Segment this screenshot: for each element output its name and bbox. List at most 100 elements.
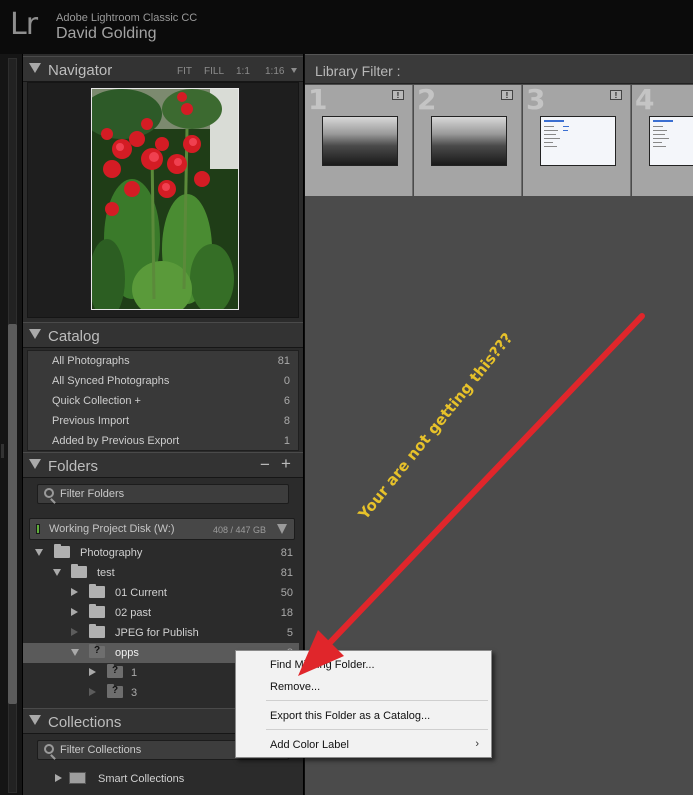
folders-header[interactable]: Folders − + [23,452,303,478]
catalog-item-count: 0 [283,375,290,387]
remove-folder-icon[interactable]: − [260,455,270,475]
folder-row-photography[interactable]: Photography 81 [23,543,299,563]
collapse-triangle-icon [29,715,41,725]
folders-title: Folders [48,458,99,475]
missing-folder-icon: ? [89,644,105,658]
grid-cell-2[interactable]: 2 ! [414,83,522,196]
menu-item-find-missing-folder[interactable]: Find Missing Folder... [236,654,491,674]
photo-thumbnail[interactable] [322,116,398,166]
zoom-1-16[interactable]: 1:16 [265,66,284,77]
catalog-item-added-by-export[interactable]: Added by Previous Export 1 [28,431,298,451]
expand-triangle-icon[interactable] [53,569,61,576]
catalog-item-label: Previous Import [52,415,130,427]
folder-count: 5 [286,627,293,639]
navigator-preview[interactable] [27,82,299,318]
menu-separator [266,700,488,701]
library-filter-bar[interactable]: Library Filter : [305,54,693,84]
panel-toggle-handle[interactable] [1,444,4,458]
grid-cell-4[interactable]: 4 [632,83,693,196]
catalog-title: Catalog [48,328,100,345]
folder-context-menu: Find Missing Folder... Remove... Export … [235,650,492,758]
folder-count: 50 [280,587,293,599]
navigator-header[interactable]: Navigator FIT FILL 1:1 1:16 [23,56,303,82]
user-name: David Golding [56,25,157,42]
expand-triangle-icon[interactable] [71,649,79,656]
zoom-fit[interactable]: FIT [177,66,192,77]
folder-name: 02 past [115,607,152,619]
collapse-triangle-icon [29,63,41,73]
collections-title: Collections [48,714,122,731]
catalog-list: All Photographs 81 All Synced Photograph… [27,350,299,451]
volume-bar[interactable]: Working Project Disk (W:) 408 / 447 GB [29,518,295,540]
grid-cell-1[interactable]: 1 ! [305,83,413,196]
missing-folder-icon: ? [107,664,123,678]
catalog-header[interactable]: Catalog [23,322,303,348]
screenshot-thumbnail[interactable] [649,116,693,166]
volume-size: 408 / 447 GB [212,525,266,535]
grid-cell-3[interactable]: 3 ! [523,83,631,196]
expand-triangle-icon[interactable] [35,549,43,556]
search-icon [44,744,54,754]
collapsed-triangle-icon[interactable] [71,628,78,636]
volume-menu-icon[interactable] [277,524,287,534]
collapsed-triangle-icon[interactable] [55,774,62,782]
collapsed-triangle-icon[interactable] [71,588,78,596]
collapsed-triangle-icon[interactable] [89,688,96,696]
left-panel-rail [0,54,22,795]
menu-item-add-color-label[interactable]: Add Color Label › [236,734,491,754]
collapsed-triangle-icon[interactable] [71,608,78,616]
folder-icon [54,544,70,558]
folder-row-jpeg-for-publish[interactable]: JPEG for Publish 5 [23,623,299,643]
smart-collection-set-icon [69,772,86,784]
screenshot-thumbnail[interactable] [540,116,616,166]
folder-name: 1 [131,667,138,679]
catalog-item-count: 8 [283,415,290,427]
thumbnail-grid: 1 ! 2 ! 3 ! 4 [305,83,693,197]
catalog-item-label: All Synced Photographs [52,375,170,387]
catalog-item-all-synced[interactable]: All Synced Photographs 0 [28,371,298,391]
folder-name: test [97,567,115,579]
collapsed-triangle-icon[interactable] [89,668,96,676]
filter-collections-label: Filter Collections [60,744,142,756]
filter-folders-label: Filter Folders [60,488,125,500]
add-folder-icon[interactable]: + [281,454,291,474]
folder-name: Photography [80,547,143,559]
catalog-item-all-photographs[interactable]: All Photographs 81 [28,351,298,371]
photo-thumbnail[interactable] [431,116,507,166]
catalog-item-previous-import[interactable]: Previous Import 8 [28,411,298,431]
menu-item-remove[interactable]: Remove... [236,676,491,696]
filter-folders-field[interactable]: Filter Folders [37,484,289,504]
missing-photo-icon[interactable]: ! [501,90,513,100]
zoom-dropdown-icon[interactable] [291,68,297,73]
document-lines-image [544,120,569,147]
missing-photo-icon[interactable]: ! [610,90,622,100]
catalog-item-label: Quick Collection + [52,395,141,407]
folder-count: 18 [280,607,293,619]
cell-index: 2 [417,83,437,116]
folder-count: 81 [280,567,293,579]
lightroom-logo: Lr [10,7,38,42]
library-filter-title: Library Filter : [315,63,401,79]
missing-folder-icon: ? [107,684,123,698]
cell-index: 4 [635,83,655,116]
left-panel-scroll-thumb[interactable] [8,324,17,704]
search-icon [44,488,54,498]
menu-item-export-as-catalog[interactable]: Export this Folder as a Catalog... [236,705,491,725]
folder-row-01-current[interactable]: 01 Current 50 [23,583,299,603]
folder-icon [89,604,105,618]
folder-icon [89,584,105,598]
folder-row-02-past[interactable]: 02 past 18 [23,603,299,623]
navigator-photo[interactable] [91,88,239,310]
cell-index: 3 [526,83,546,116]
flower-photo-image [92,89,238,309]
folder-row-test[interactable]: test 81 [23,563,299,583]
volume-status-led [36,524,40,534]
folder-count: 81 [280,547,293,559]
catalog-item-quick-collection[interactable]: Quick Collection + 6 [28,391,298,411]
zoom-fill[interactable]: FILL [204,66,224,77]
missing-photo-icon[interactable]: ! [392,90,404,100]
catalog-item-count: 1 [283,435,290,447]
zoom-1-1[interactable]: 1:1 [236,66,250,77]
collection-row-smart-collections[interactable]: Smart Collections [23,769,299,789]
collapse-triangle-icon [29,329,41,339]
